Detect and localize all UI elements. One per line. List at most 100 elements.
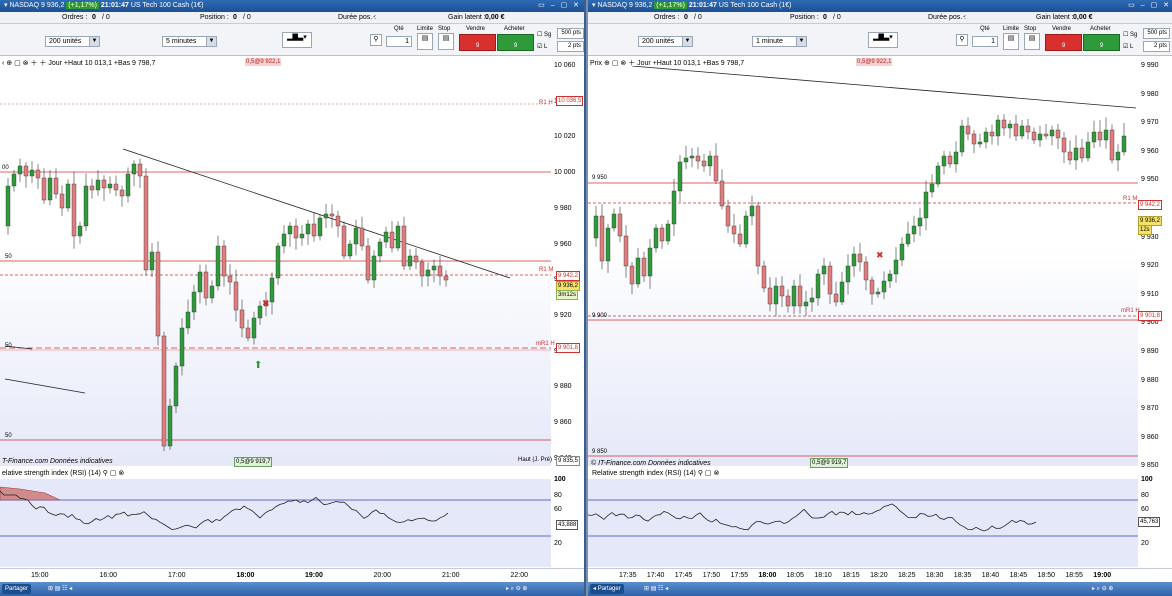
time-axis[interactable]: 15:00 16:00 17:00 18:00 19:00 20:00 21:00 22:00: [0, 568, 584, 582]
candle-body: [857, 253, 863, 263]
candle-body: [983, 131, 989, 143]
candle-body: [1091, 131, 1097, 143]
candle-body: [131, 163, 137, 175]
candle-body: [305, 223, 311, 235]
sg-checkbox[interactable]: ☐ Sg: [537, 31, 551, 38]
candle-body: [191, 291, 197, 313]
sell-button[interactable]: 9 935,7: [459, 34, 496, 70]
instrument-symbol[interactable]: ▾ NASDAQ: [592, 2, 627, 9]
candle-body: [1031, 131, 1037, 141]
candle-body: [653, 227, 659, 249]
orders-sep: / 0: [694, 14, 702, 21]
candle-body: [29, 169, 35, 177]
title-bar[interactable]: ▾ NASDAQ 9 936,2 (+1,17%) 21:01:47 US Te…: [0, 0, 584, 12]
rsi-path: [588, 503, 1037, 532]
candle-body: [1115, 151, 1121, 161]
drawing-tools[interactable]: ⊞ ▤ ☷ ◂: [644, 582, 668, 596]
window-controls[interactable]: ▭ – ▢ ✕: [538, 0, 581, 12]
candle-body: [221, 245, 227, 277]
candle-timer: 3m12s: [556, 290, 579, 300]
l-pts-input[interactable]: 2 pts: [1143, 41, 1170, 52]
candle-body: [1013, 123, 1019, 137]
last-price: 9 936,2: [40, 2, 65, 9]
candle-body: [149, 251, 155, 271]
l-pts-input[interactable]: 2 pts: [557, 41, 584, 52]
title-bar[interactable]: ▾ NASDAQ 9 936,2 (+1,17%) 21:01:47 US Te…: [588, 0, 1172, 12]
sg-pts-input[interactable]: 500 pts: [557, 28, 584, 39]
rsi-controls[interactable]: ⚲ ▢ ⊗: [103, 470, 125, 477]
position-label: Position :: [200, 14, 229, 21]
candle-body: [689, 155, 695, 159]
zoom-controls[interactable]: ▸ ⌕ ⊖ ⊕: [506, 582, 527, 596]
share-button[interactable]: ◂ Partager: [590, 584, 624, 594]
candle-body: [947, 155, 953, 165]
candle-body: [755, 205, 761, 267]
qty-input[interactable]: 1: [972, 36, 998, 47]
stop-order-icon[interactable]: ▤: [438, 33, 454, 50]
instrument-symbol[interactable]: ▾ NASDAQ: [4, 2, 39, 9]
limit-label: Limite: [1003, 26, 1020, 32]
time-tick: 17:55: [730, 572, 749, 579]
limit-order-icon[interactable]: ▤: [417, 33, 433, 50]
candle-body: [1121, 135, 1127, 153]
sell-label: Vendre: [466, 26, 486, 32]
units-select[interactable]: 200 unités ▼: [45, 36, 100, 47]
candle-body: [401, 225, 407, 267]
candle-body: [137, 163, 143, 177]
share-button[interactable]: Partager: [2, 584, 32, 594]
sell-button[interactable]: 9 935,7: [1045, 34, 1082, 70]
price-axis[interactable]: 9 9909 9809 9709 9609 9509 9409 9309 920…: [1138, 62, 1172, 469]
tool-icon[interactable]: ⚲: [370, 34, 382, 46]
timeframe-select[interactable]: 5 minutes ▼: [162, 36, 217, 47]
limit-order-icon[interactable]: ▤: [1003, 33, 1019, 50]
candle-body: [665, 223, 671, 242]
candle-body: [167, 405, 173, 447]
rsi-chart[interactable]: [588, 479, 1138, 567]
candle-body: [329, 213, 335, 217]
qty-input[interactable]: 1: [386, 36, 412, 47]
candle-body: [635, 257, 641, 285]
zoom-controls[interactable]: ▸ ⌕ ⊖ ⊕: [1092, 582, 1113, 596]
rsi-level: 100: [1141, 476, 1153, 483]
candle-body: [413, 255, 419, 263]
chart-style-button[interactable]: ▂▇▃▾: [868, 32, 898, 48]
sg-checkbox[interactable]: ☐ Sg: [1123, 31, 1137, 38]
drawing-tools[interactable]: ⊞ ▤ ☷ ◂: [48, 582, 72, 596]
buy-button[interactable]: 9 936,7: [1083, 34, 1120, 70]
candle-timer: 12s: [1138, 225, 1152, 235]
stop-label: Stop: [438, 26, 451, 32]
l-checkbox[interactable]: ☑ L: [537, 43, 547, 50]
time-tick: 17:50: [702, 572, 721, 579]
rsi-level: 20: [554, 540, 562, 547]
trendline: [122, 148, 511, 279]
candle-body: [605, 227, 611, 262]
candle-body: [797, 285, 803, 307]
position-value: 0: [233, 14, 237, 21]
fib-bottom-label: 0,5@9 919,7: [234, 457, 273, 467]
l-checkbox[interactable]: ☑ L: [1123, 43, 1133, 50]
time-axis[interactable]: 17:35 17:40 17:45 17:50 17:55 18:00 18:05 18:10…: [588, 568, 1172, 582]
candle-body: [953, 151, 959, 165]
rsi-chart[interactable]: [0, 479, 551, 567]
price-chart[interactable]: ⬆✖: [0, 66, 551, 466]
price-axis[interactable]: 10 06010 04010 02010 0009 9809 9609 9409…: [551, 62, 584, 466]
rsi-controls[interactable]: ⚲ ▢ ⊗: [698, 470, 720, 477]
orders-value: 0: [684, 14, 688, 21]
units-select[interactable]: 200 unités ▼: [638, 36, 693, 47]
tool-icon[interactable]: ⚲: [956, 34, 968, 46]
timeframe-select[interactable]: 1 minute ▼: [752, 36, 807, 47]
candle-body: [317, 217, 323, 237]
candle-body: [815, 273, 821, 299]
price-chart[interactable]: ⬆✖: [588, 66, 1138, 466]
stop-order-icon[interactable]: ▤: [1024, 33, 1040, 50]
time-tick: 18:10: [814, 572, 832, 579]
price-tick: 9 890: [1141, 348, 1159, 355]
sell-marker-icon: ✖: [262, 298, 270, 308]
qty-label: Qté: [980, 26, 990, 32]
buy-button[interactable]: 9 936,7: [497, 34, 534, 70]
window-controls[interactable]: ▭ – ▢ ✕: [1128, 0, 1171, 12]
chart-style-button[interactable]: ▂▇▃▾: [282, 32, 312, 48]
time-tick: 18:50: [1037, 572, 1056, 579]
sg-pts-input[interactable]: 500 pts: [1143, 28, 1170, 39]
candle-body: [929, 183, 935, 193]
